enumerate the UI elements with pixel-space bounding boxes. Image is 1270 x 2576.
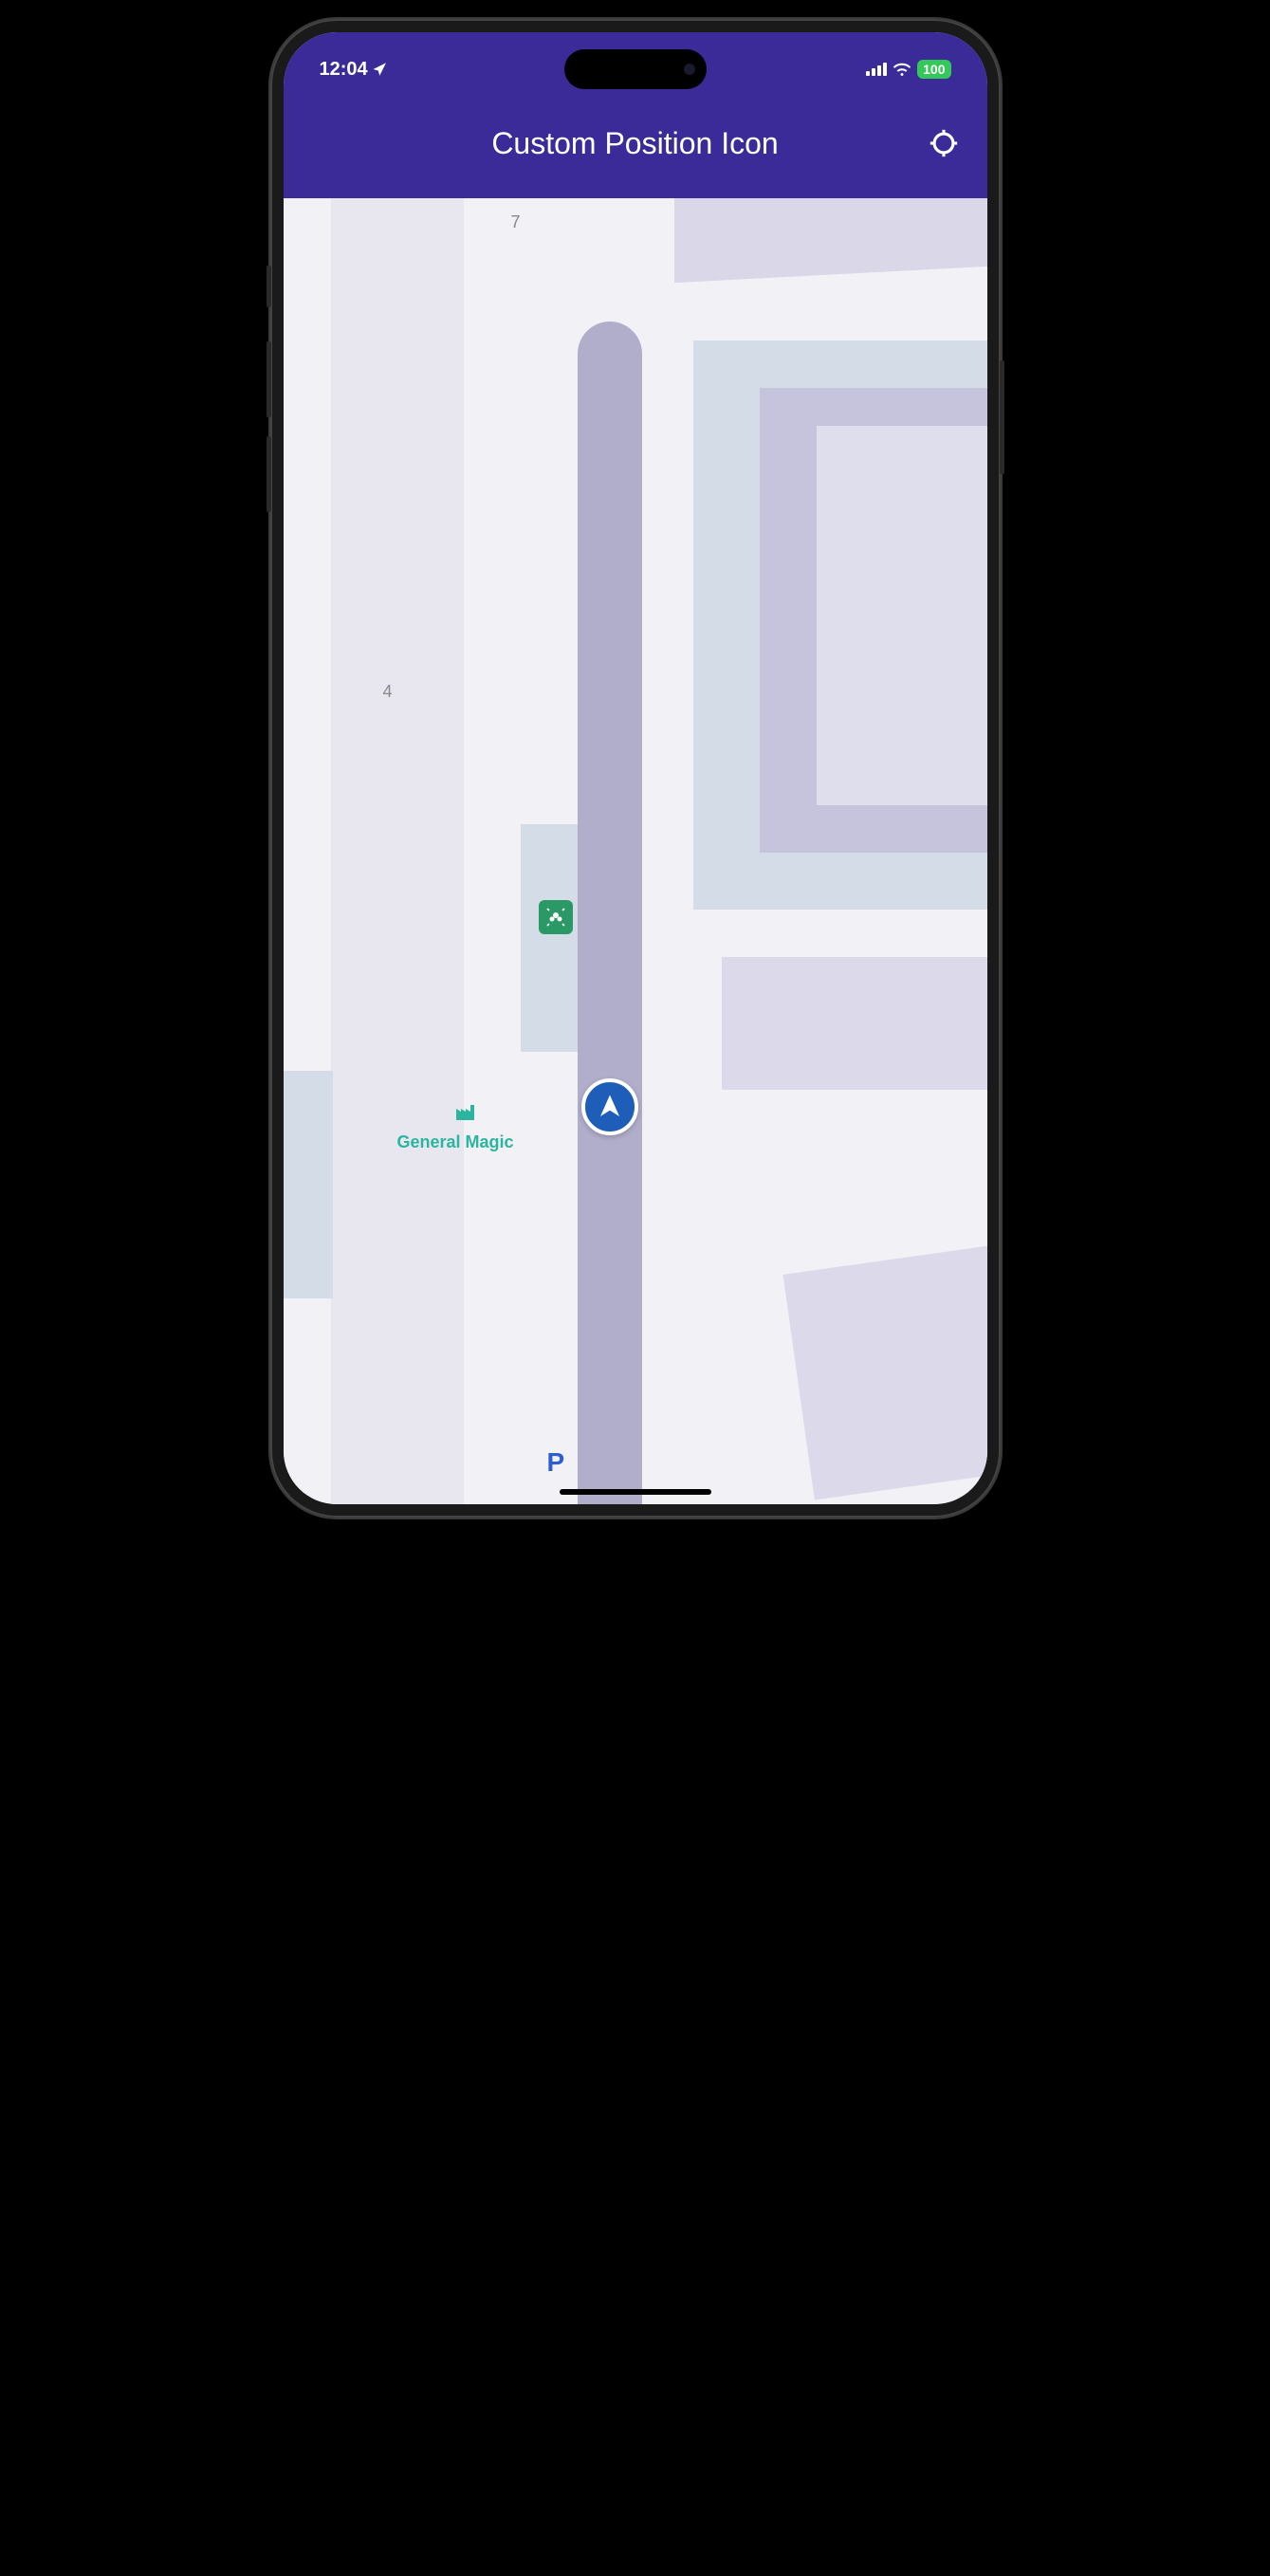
screen: 12:04 100 Custom Position Icon [284, 32, 987, 1504]
volume-up-button [267, 341, 271, 417]
side-button [267, 266, 271, 307]
battery-level: 100 [923, 62, 945, 77]
cellular-icon [866, 63, 887, 76]
meeting-point-icon [544, 906, 567, 929]
battery-indicator: 100 [917, 60, 950, 79]
poi-marker[interactable] [539, 900, 573, 934]
map-building [782, 1242, 987, 1500]
clock-label: 12:04 [320, 59, 368, 81]
map-view[interactable]: 7 4 General Magic [284, 198, 987, 1504]
phone-frame: 12:04 100 Custom Position Icon [270, 19, 1001, 1518]
status-left: 12:04 [320, 59, 389, 81]
map-road [578, 322, 642, 1504]
phone-inner: 12:04 100 Custom Position Icon [284, 32, 987, 1504]
current-position-marker[interactable] [581, 1078, 638, 1135]
map-building [674, 198, 987, 283]
wifi-icon [893, 63, 911, 77]
status-right: 100 [866, 60, 950, 79]
volume-down-button [267, 436, 271, 512]
poi-label[interactable]: General Magic [397, 1132, 514, 1152]
page-title: Custom Position Icon [491, 126, 778, 161]
home-indicator[interactable] [560, 1489, 711, 1495]
dynamic-island [564, 49, 707, 89]
locate-icon [928, 127, 960, 159]
map-road [331, 198, 464, 1504]
navigation-arrow-icon [596, 1093, 624, 1121]
location-arrow-icon [372, 61, 389, 78]
house-number: 7 [511, 212, 521, 232]
power-button [1000, 360, 1004, 474]
map-building [817, 426, 987, 805]
parking-label: P [547, 1447, 565, 1478]
house-number: 4 [383, 682, 393, 702]
factory-icon [454, 1099, 477, 1128]
map-building [722, 957, 987, 1090]
locate-button[interactable] [925, 124, 963, 162]
map-building [284, 1071, 333, 1298]
